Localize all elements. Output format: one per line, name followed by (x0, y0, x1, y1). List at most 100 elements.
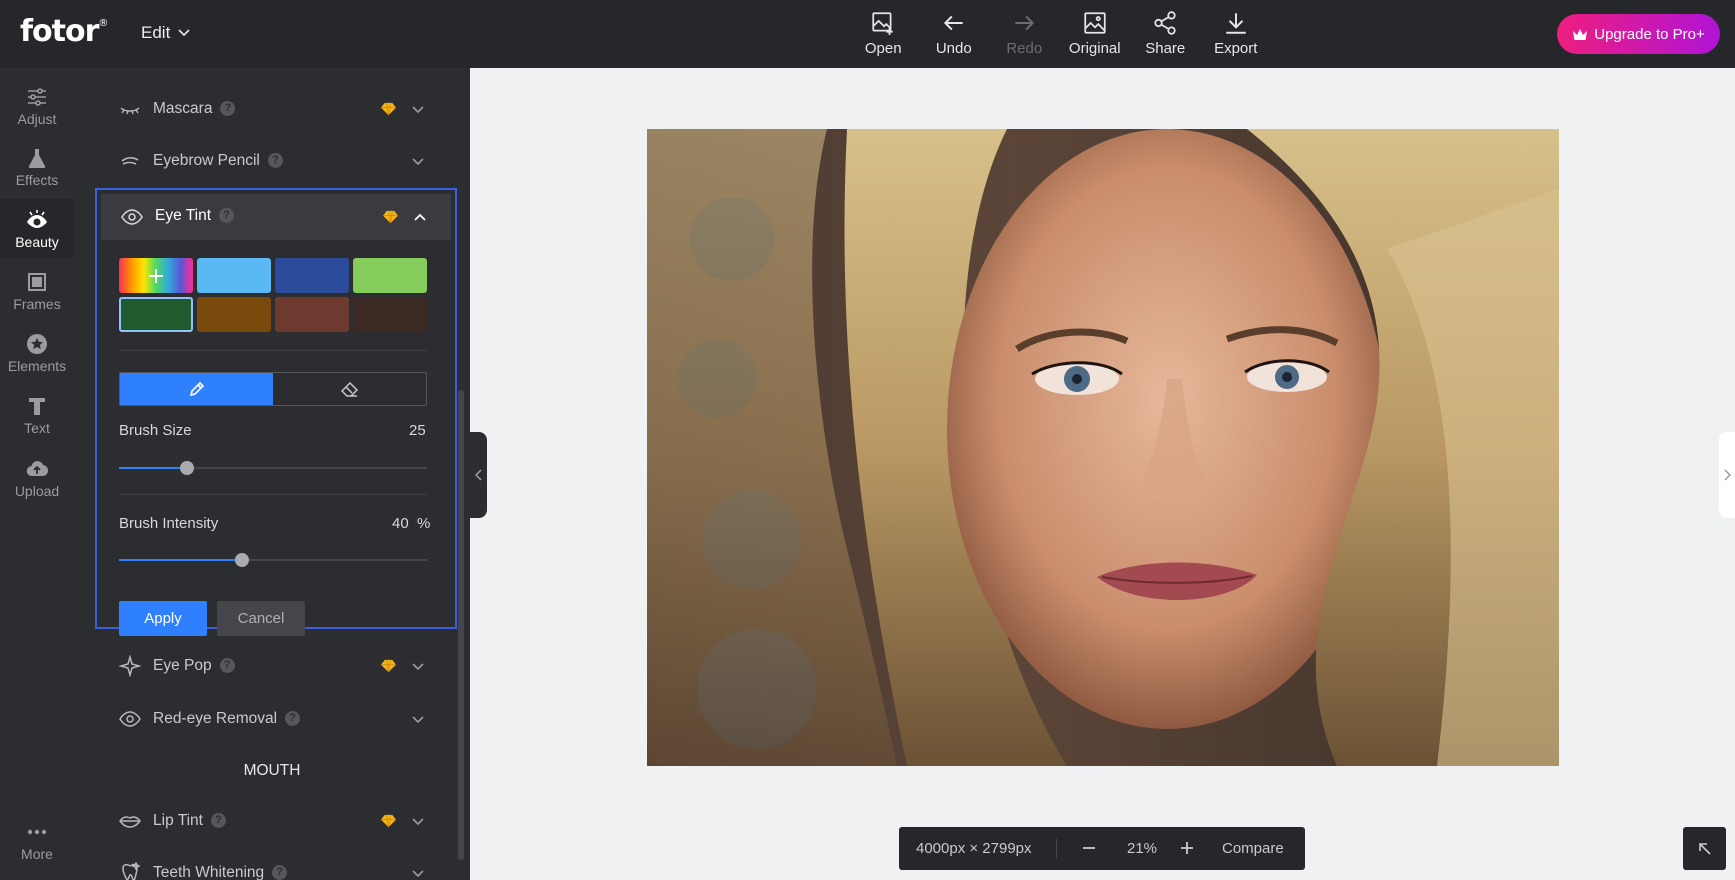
apply-button[interactable]: Apply (119, 601, 207, 636)
color-swatch[interactable] (197, 258, 271, 293)
nav-upload[interactable]: Upload (0, 448, 74, 508)
undo-button[interactable]: Undo (919, 10, 990, 57)
upgrade-button[interactable]: Upgrade to Pro+ (1557, 14, 1720, 54)
eyebrow-icon (121, 157, 139, 165)
flask-icon (28, 148, 46, 168)
arrow-up-left-icon (1698, 842, 1711, 855)
color-swatch[interactable] (275, 258, 349, 293)
nav-effects[interactable]: Effects (0, 137, 74, 197)
photo-canvas[interactable] (647, 129, 1559, 766)
diamond-icon (383, 210, 398, 224)
eraser-icon (340, 381, 358, 397)
top-bar: fotor® Edit Open Undo Redo Original Shar… (0, 0, 1735, 68)
panel-scrollbar[interactable] (458, 390, 464, 860)
arrow-left-icon (943, 15, 963, 31)
brush-size-label: Brush Size (119, 422, 192, 439)
nav-effects-label: Effects (15, 171, 59, 188)
color-swatch[interactable] (197, 297, 271, 332)
nav-more[interactable]: More (0, 811, 74, 871)
original-button[interactable]: Original (1060, 10, 1131, 57)
chevron-down-icon[interactable] (411, 712, 425, 726)
color-swatch-selected[interactable] (119, 297, 193, 332)
lips-icon (119, 816, 141, 828)
cancel-button[interactable]: Cancel (217, 601, 305, 636)
text-icon (29, 397, 45, 415)
mascara-row[interactable]: Mascara? (74, 85, 454, 133)
nav-frames[interactable]: Frames (0, 261, 74, 321)
edit-menu-label: Edit (141, 23, 171, 42)
nav-elements[interactable]: Elements (0, 323, 74, 383)
color-swatch[interactable] (353, 258, 427, 293)
zoom-percent: 21% (1127, 840, 1158, 857)
chevron-down-icon[interactable] (411, 102, 425, 116)
share-label: Share (1145, 40, 1186, 57)
upgrade-label: Upgrade to Pro+ (1594, 25, 1705, 43)
compare-button[interactable]: Compare (1222, 840, 1284, 857)
crown-icon (1573, 28, 1588, 40)
eyebrow-pencil-label: Eyebrow Pencil? (153, 152, 283, 170)
brush-mode-button[interactable] (120, 373, 273, 405)
help-icon[interactable]: ? (219, 658, 235, 674)
red-eye-removal-label: Red-eye Removal? (153, 710, 301, 728)
sparkle-icon (119, 655, 141, 677)
nav-beauty[interactable]: Beauty (0, 199, 74, 259)
nav-text[interactable]: Text (0, 385, 74, 445)
nav-more-label: More (21, 845, 53, 862)
brush-size-handle[interactable] (179, 461, 194, 475)
share-button[interactable]: Share (1130, 10, 1201, 57)
undo-label: Undo (935, 40, 972, 57)
zoom-in-icon[interactable] (1179, 840, 1195, 856)
eye-pop-label: Eye Pop? (153, 657, 235, 675)
export-button[interactable]: Export (1201, 10, 1272, 57)
eyebrow-pencil-row[interactable]: Eyebrow Pencil? (74, 137, 454, 185)
eye-tint-header[interactable]: Eye Tint? (101, 194, 451, 240)
redo-button[interactable]: Redo (989, 10, 1060, 57)
redo-label: Redo (1006, 40, 1043, 57)
brush-size-slider[interactable] (119, 461, 427, 475)
eye-outline-icon (121, 209, 143, 225)
collapse-panel-button[interactable] (470, 432, 487, 518)
help-icon[interactable]: ? (285, 711, 301, 727)
brush-size-fill (119, 467, 187, 469)
red-eye-removal-row[interactable]: Red-eye Removal? (74, 695, 454, 743)
chevron-up-icon[interactable] (413, 210, 427, 224)
help-icon[interactable]: ? (267, 153, 283, 169)
help-icon[interactable]: ? (210, 813, 226, 829)
chevron-down-icon[interactable] (411, 154, 425, 168)
mascara-label: Mascara? (153, 100, 236, 118)
brush-intensity-slider[interactable] (119, 553, 427, 567)
custom-color-swatch[interactable] (119, 258, 193, 293)
chevron-down-icon[interactable] (411, 659, 425, 673)
download-icon (1226, 13, 1246, 34)
brush-intensity-fill (119, 559, 243, 561)
help-icon[interactable]: ? (272, 865, 288, 880)
diamond-icon (381, 102, 396, 116)
edit-menu[interactable]: Edit (141, 23, 190, 43)
frame-icon (28, 272, 46, 291)
image-icon (1084, 12, 1106, 34)
pen-icon (189, 381, 204, 397)
lip-tint-row[interactable]: Lip Tint? (74, 797, 454, 845)
divider (1056, 839, 1057, 859)
eye-tint-label: Eye Tint? (155, 207, 234, 225)
brush-intensity-handle[interactable] (235, 553, 250, 567)
chevron-down-icon[interactable] (411, 814, 425, 828)
brush-mode-toggle (119, 372, 427, 406)
color-swatch[interactable] (353, 297, 427, 332)
chevron-down-icon[interactable] (411, 866, 425, 880)
plus-icon (149, 269, 163, 283)
export-label: Export (1214, 40, 1258, 57)
color-swatch[interactable] (275, 297, 349, 332)
help-icon[interactable]: ? (219, 208, 234, 224)
collapse-corner-button[interactable] (1683, 827, 1726, 870)
fotor-logo[interactable]: fotor® (20, 14, 108, 49)
teeth-whitening-row[interactable]: Teeth Whitening? (74, 849, 454, 880)
eye-pop-row[interactable]: Eye Pop? (74, 642, 454, 690)
nav-adjust[interactable]: Adjust (0, 76, 74, 136)
open-button[interactable]: Open (848, 10, 919, 57)
eraser-mode-button[interactable] (273, 373, 426, 405)
help-icon[interactable]: ? (220, 101, 236, 117)
chevron-left-icon (474, 469, 482, 481)
expand-right-panel-button[interactable] (1719, 432, 1735, 518)
zoom-out-icon[interactable] (1081, 840, 1097, 856)
